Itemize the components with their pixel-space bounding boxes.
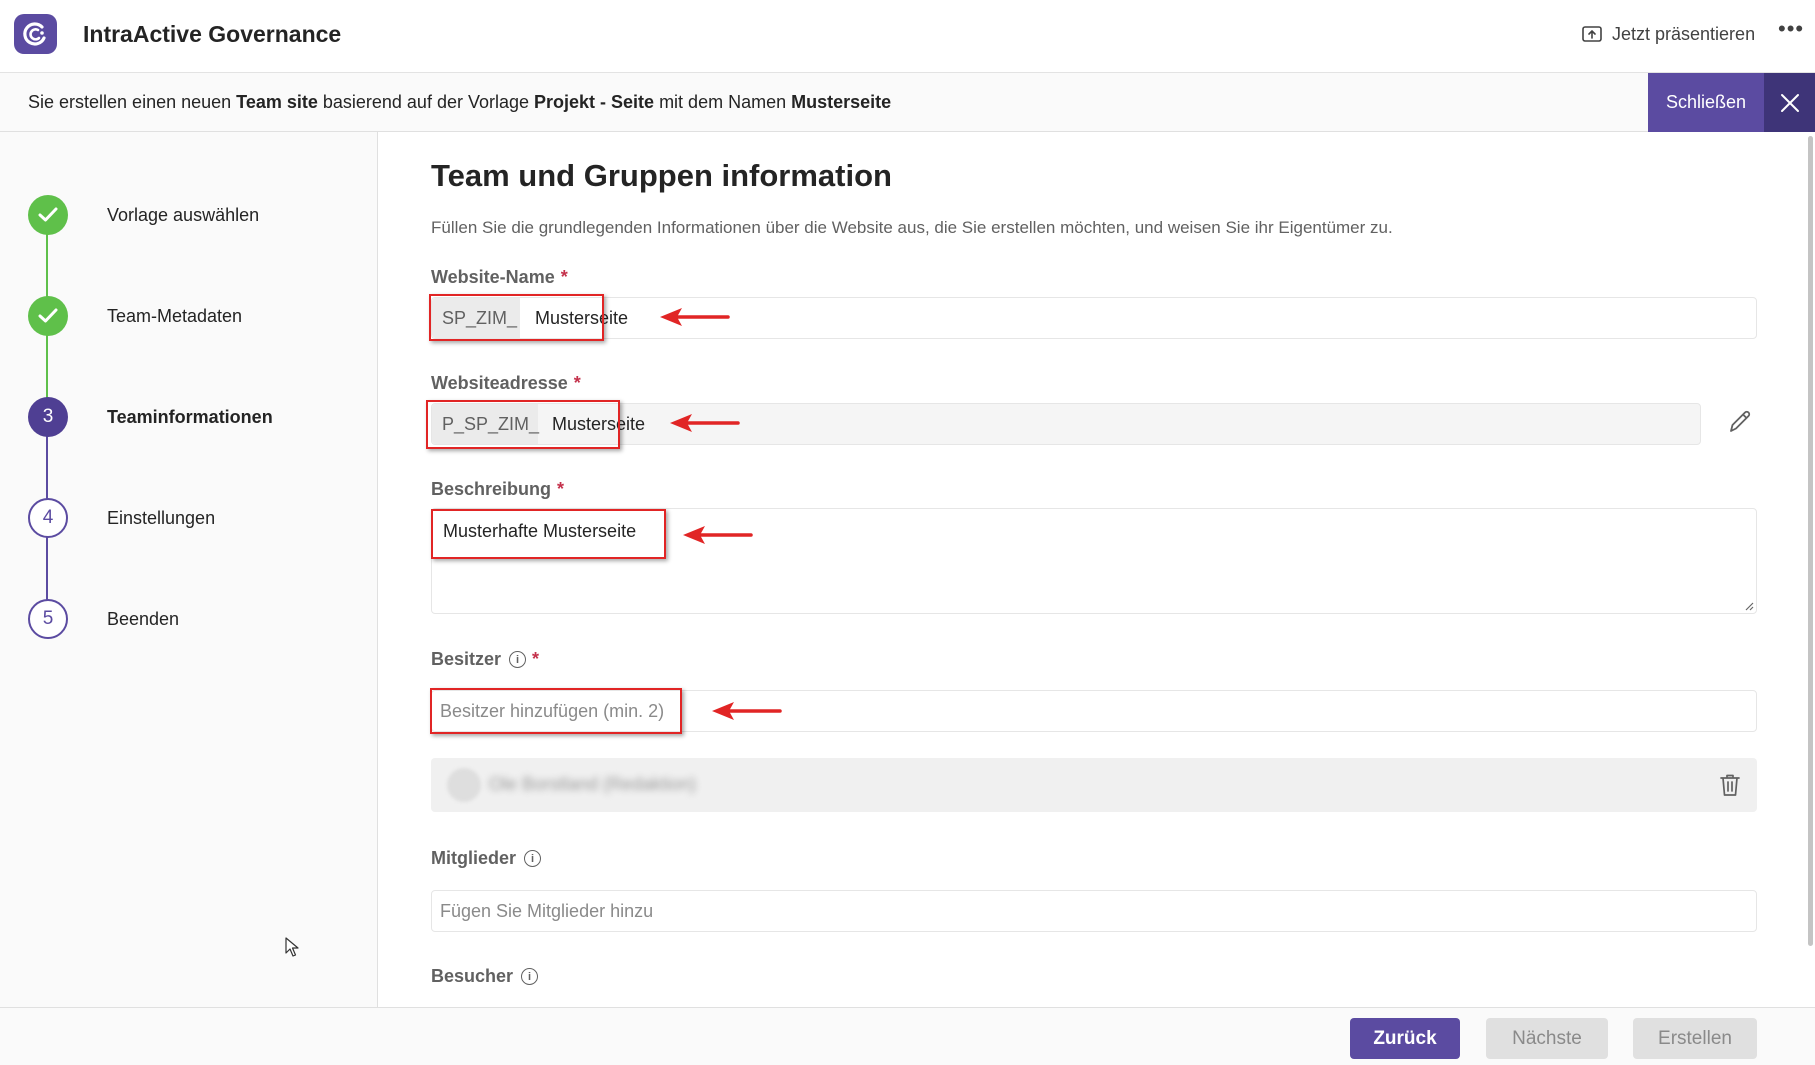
form-panel: Team und Gruppen information Füllen Sie … [378, 132, 1815, 1007]
description-value: Musterhafte Musterseite [443, 521, 637, 541]
pencil-edit-icon[interactable] [1726, 408, 1754, 436]
step-number: 5 [28, 599, 68, 639]
wizard-footer: Zurück Nächste Erstellen [0, 1007, 1815, 1065]
owner-item: Ole Borstland (Redaktion) [431, 758, 1757, 812]
step-vorlage-auswaehlen[interactable]: Vorlage auswählen [28, 195, 368, 235]
wizard-stepper: Vorlage auswählen Team-Metadaten 3 Teami… [0, 132, 378, 1007]
app-logo [14, 14, 57, 54]
creation-summary: Sie erstellen einen neuen Team site basi… [28, 92, 891, 113]
summary-text: basierend auf der Vorlage [317, 92, 535, 112]
label-text: Website-Name [431, 267, 555, 287]
label-text: Mitglieder [431, 848, 517, 868]
step-beenden[interactable]: 5 Beenden [28, 599, 368, 639]
annotation-arrow-icon [660, 308, 730, 326]
annotation-arrow-icon [712, 702, 782, 720]
summary-text: mit dem Namen [654, 92, 792, 112]
owner-name: Ole Borstland (Redaktion) [489, 774, 697, 794]
website-name-value: Musterseite [535, 307, 629, 328]
step-team-metadaten[interactable]: Team-Metadaten [28, 296, 368, 336]
step-number: 3 [28, 397, 68, 437]
step-number: 4 [28, 498, 68, 538]
website-address-label: Websiteadresse * [431, 373, 581, 394]
share-screen-icon [1582, 26, 1602, 42]
members-input[interactable]: Fügen Sie Mitglieder hinzu [431, 890, 1757, 932]
present-label: Jetzt präsentieren [1612, 23, 1756, 44]
step-teaminformationen[interactable]: 3 Teaminformationen [28, 397, 368, 437]
label-text: Websiteadresse [431, 373, 568, 393]
members-placeholder: Fügen Sie Mitglieder hinzu [440, 900, 654, 921]
summary-template: Projekt - Seite [534, 92, 655, 112]
more-options-icon[interactable]: ••• [1778, 16, 1804, 50]
annotation-arrow-icon [683, 526, 753, 544]
mouse-cursor-icon [285, 937, 299, 957]
summary-name: Musterseite [791, 92, 892, 112]
required-marker: * [560, 267, 568, 287]
info-icon[interactable]: i [524, 850, 542, 867]
required-marker: * [573, 373, 581, 393]
owners-input[interactable]: Besitzer hinzufügen (min. 2) [431, 690, 1757, 732]
page-description: Füllen Sie die grundlegenden Information… [431, 218, 1393, 237]
step-label: Team-Metadaten [107, 305, 243, 326]
description-textarea[interactable]: Musterhafte Musterseite [431, 508, 1757, 614]
step-label: Teaminformationen [107, 406, 273, 427]
info-icon[interactable]: i [509, 651, 527, 668]
description-label: Beschreibung * [431, 479, 564, 500]
label-text: Besitzer [431, 649, 502, 669]
step-einstellungen[interactable]: 4 Einstellungen [28, 498, 368, 538]
summary-text: Sie erstellen einen neuen [28, 92, 237, 112]
label-text: Beschreibung [431, 479, 552, 499]
present-button[interactable]: Jetzt präsentieren [1582, 20, 1755, 48]
trash-icon[interactable] [1718, 772, 1742, 798]
step-label: Vorlage auswählen [107, 204, 260, 225]
close-icon[interactable] [1764, 73, 1815, 132]
website-address-value: Musterseite [552, 413, 646, 434]
close-button[interactable]: Schließen [1648, 73, 1764, 132]
create-button[interactable]: Erstellen [1633, 1018, 1757, 1059]
resize-handle-icon[interactable] [1744, 601, 1754, 611]
avatar [447, 768, 481, 802]
required-marker: * [532, 649, 540, 669]
scrollbar[interactable] [1808, 136, 1813, 946]
page-title: Team und Gruppen information [431, 158, 892, 193]
website-name-label: Website-Name * [431, 267, 568, 288]
website-name-input[interactable]: SP_ZIM_ Musterseite [431, 297, 1757, 339]
required-marker: * [557, 479, 565, 499]
step-label: Einstellungen [107, 507, 216, 528]
summary-site-type: Team site [236, 92, 318, 112]
visitors-label: Besucher i [431, 966, 539, 987]
logo-icon [22, 22, 46, 46]
info-icon[interactable]: i [521, 968, 539, 985]
annotation-arrow-icon [670, 414, 740, 432]
checkmark-icon [28, 195, 68, 235]
website-address-prefix: P_SP_ZIM_ [432, 404, 539, 444]
app-title: IntraActive Governance [83, 21, 342, 47]
checkmark-icon [28, 296, 68, 336]
next-button[interactable]: Nächste [1486, 1018, 1608, 1059]
owners-placeholder: Besitzer hinzufügen (min. 2) [440, 700, 665, 721]
app-header: IntraActive Governance Jetzt präsentiere… [0, 0, 1815, 73]
step-label: Beenden [107, 608, 180, 629]
back-button[interactable]: Zurück [1350, 1018, 1460, 1059]
website-address-input[interactable]: P_SP_ZIM_ Musterseite [431, 403, 1701, 445]
website-name-prefix: SP_ZIM_ [432, 298, 520, 338]
creation-info-bar: Sie erstellen einen neuen Team site basi… [0, 73, 1815, 132]
members-label: Mitglieder i [431, 848, 542, 869]
owners-label: Besitzer i * [431, 649, 539, 670]
label-text: Besucher [431, 966, 514, 986]
